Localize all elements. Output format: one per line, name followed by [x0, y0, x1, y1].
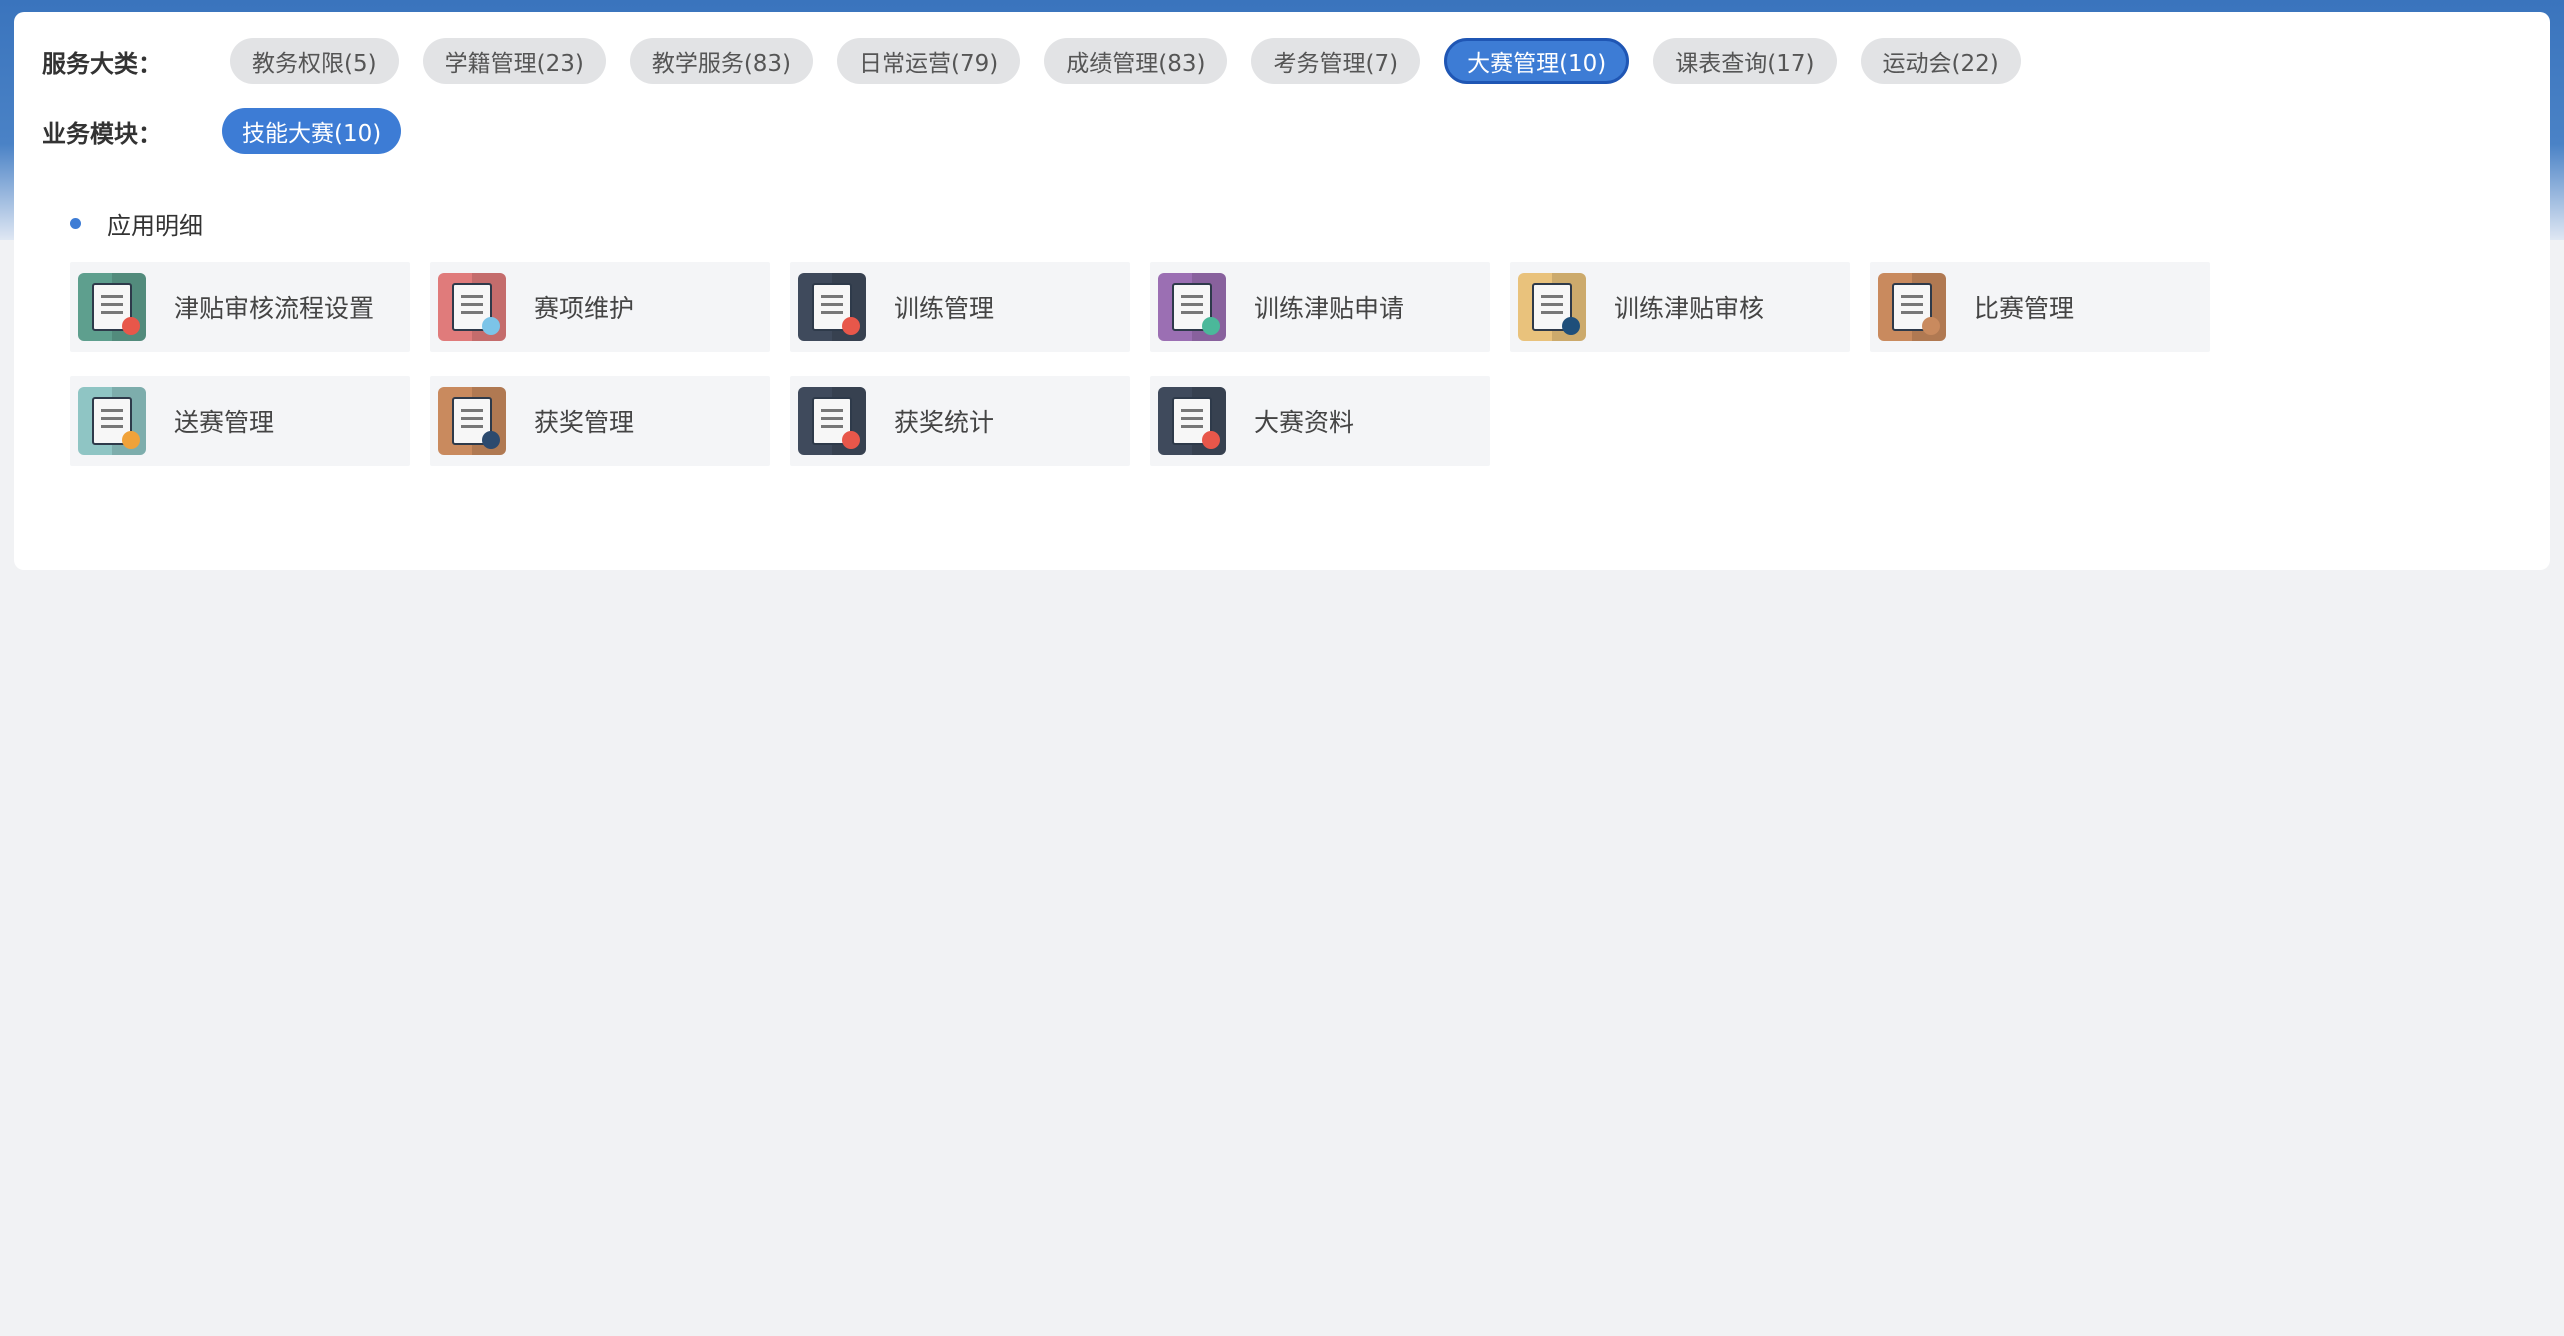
app-label: 训练津贴审核 [1614, 294, 1765, 323]
icon-badge [1562, 317, 1580, 335]
category-chip[interactable]: 教学服务(83) [629, 38, 814, 84]
icon-badge [1202, 431, 1220, 449]
category-label: 服务大类： [42, 49, 162, 78]
icon-badge [1202, 317, 1220, 335]
clipboard-pen-icon [1518, 273, 1586, 341]
category-chip[interactable]: 运动会(22) [1860, 38, 2021, 84]
cube-icon [438, 273, 506, 341]
module-filter-row: 业务模块： 技能大赛(10) [42, 108, 425, 154]
document-icon [1878, 273, 1946, 341]
chart-screen-icon [798, 387, 866, 455]
bullet-dot [70, 218, 81, 229]
monitor-chart-icon [438, 387, 506, 455]
app-label: 获奖管理 [534, 408, 635, 437]
app-label: 获奖统计 [894, 408, 995, 437]
app-label: 训练津贴申请 [1254, 294, 1405, 323]
icon-badge [482, 317, 500, 335]
icon-badge [842, 431, 860, 449]
app-label: 训练管理 [894, 294, 995, 323]
category-chip-group: 教务权限(5) 学籍管理(23) 教学服务(83) 日常运营(79) 成绩管理(83) 考… [230, 38, 2045, 84]
category-chip[interactable]: 考务管理(7) [1251, 38, 1421, 84]
app-tile[interactable]: 大赛资料 [1150, 376, 1490, 466]
icon-badge [842, 317, 860, 335]
category-chip[interactable]: 成绩管理(83) [1044, 38, 1228, 84]
app-tile[interactable]: 送赛管理 [70, 376, 410, 466]
app-tile[interactable]: 获奖管理 [430, 376, 770, 466]
app-grid: 津贴审核流程设置 赛项维护 训练管理 训练津贴申请 训练津贴审核 比赛管理送赛管理 获奖管理… [70, 262, 2270, 490]
module-chip-group: 技能大赛(10) [222, 108, 425, 154]
warning-monitor-icon [78, 273, 146, 341]
app-label: 津贴审核流程设置 [174, 294, 375, 323]
app-label: 赛项维护 [534, 294, 635, 323]
section-title: 应用明细 [107, 212, 203, 240]
module-label: 业务模块： [42, 119, 162, 148]
chart-screen-icon [798, 273, 866, 341]
icon-badge [122, 317, 140, 335]
app-label: 大赛资料 [1254, 408, 1355, 437]
category-chip[interactable]: 日常运营(79) [837, 38, 1021, 84]
app-label: 送赛管理 [174, 408, 275, 437]
category-chip[interactable]: 大赛管理(10) [1444, 38, 1630, 84]
clipboard-user-icon [78, 387, 146, 455]
app-tile[interactable]: 获奖统计 [790, 376, 1130, 466]
category-chip[interactable]: 教务权限(5) [230, 38, 399, 84]
app-tile[interactable]: 津贴审核流程设置 [70, 262, 410, 352]
app-tile[interactable]: 训练津贴审核 [1510, 262, 1850, 352]
icon-badge [1922, 317, 1940, 335]
app-tile[interactable]: 赛项维护 [430, 262, 770, 352]
module-chip[interactable]: 技能大赛(10) [222, 108, 402, 154]
category-filter-row: 服务大类： 教务权限(5) 学籍管理(23) 教学服务(83) 日常运营(79) 成绩管… [42, 38, 2045, 84]
icon-badge [482, 431, 500, 449]
app-tile[interactable]: 训练津贴申请 [1150, 262, 1490, 352]
section-header: 应用明细 [70, 206, 203, 241]
app-label: 比赛管理 [1974, 294, 2075, 323]
icon-badge [122, 431, 140, 449]
app-tile[interactable]: 比赛管理 [1870, 262, 2210, 352]
category-chip[interactable]: 课表查询(17) [1653, 38, 1837, 84]
chart-screen-icon [1158, 387, 1226, 455]
clipboard-tool-icon [1158, 273, 1226, 341]
app-tile[interactable]: 训练管理 [790, 262, 1130, 352]
category-chip[interactable]: 学籍管理(23) [422, 38, 606, 84]
